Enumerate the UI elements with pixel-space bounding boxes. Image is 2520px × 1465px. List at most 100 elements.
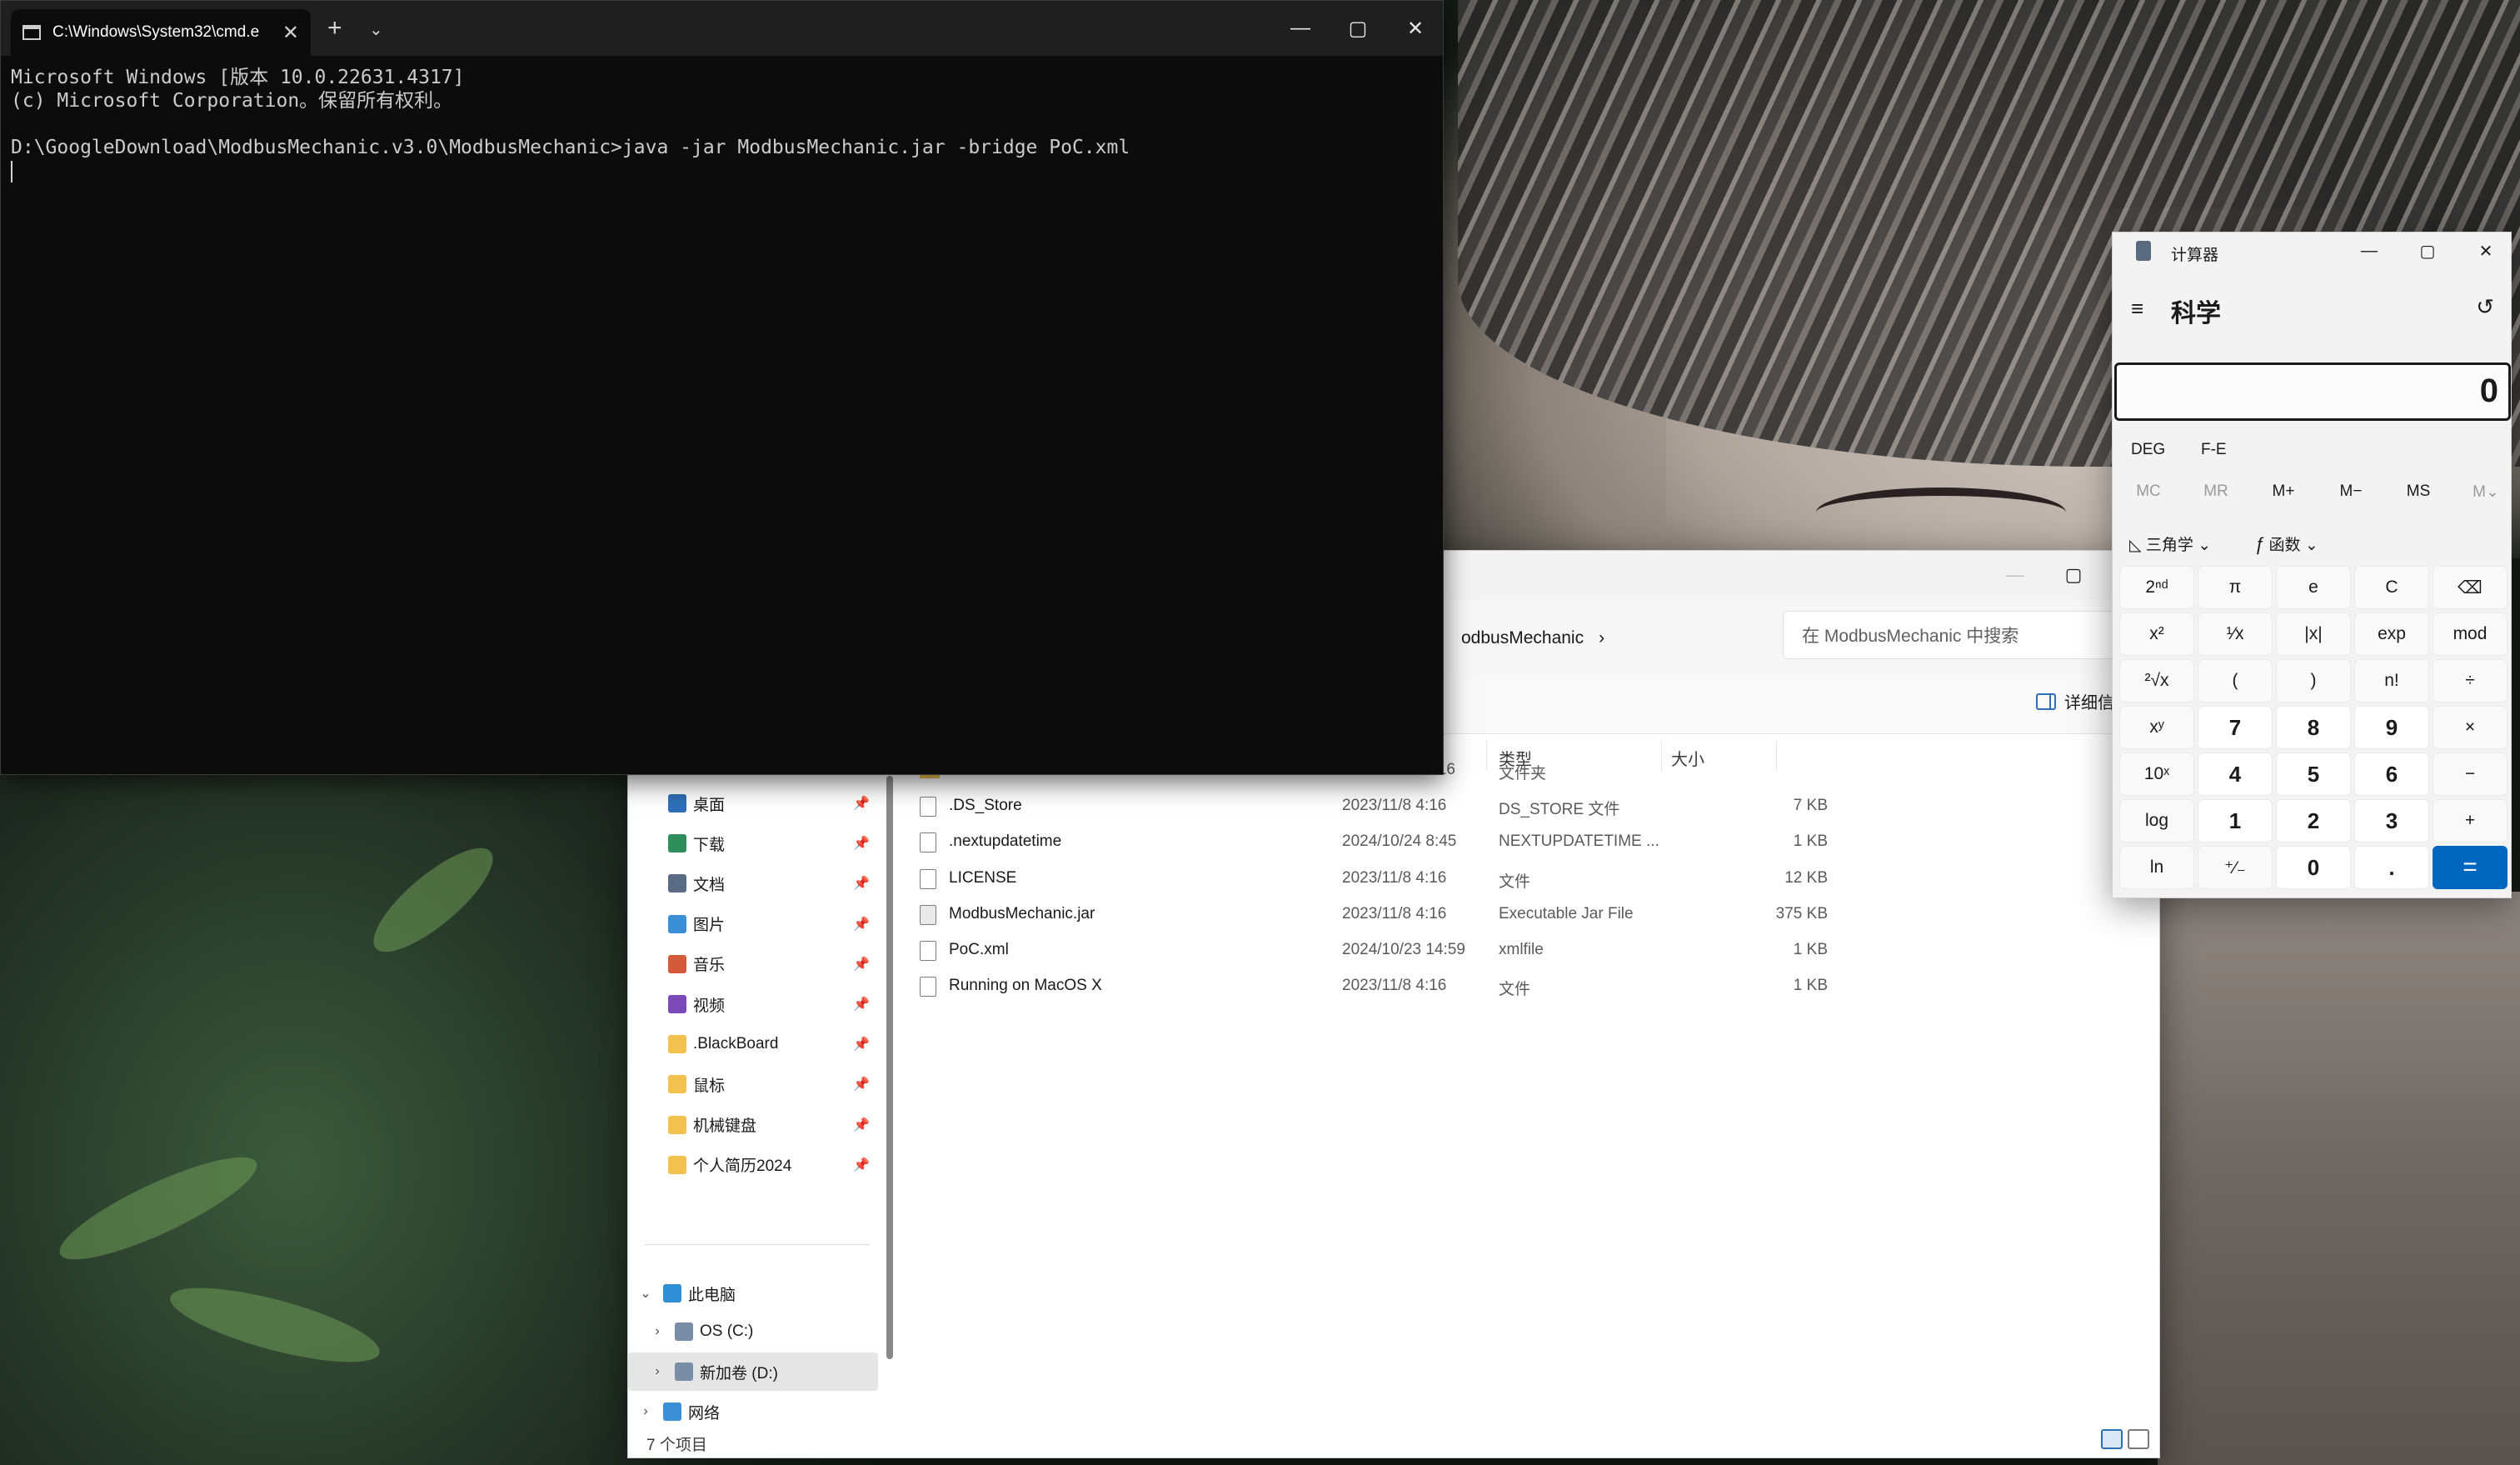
operator-button[interactable]: ln <box>2119 846 2194 889</box>
operator-button[interactable]: ÷ <box>2433 659 2508 702</box>
close-tab-icon[interactable]: ✕ <box>282 21 299 45</box>
sidebar-item-pinned[interactable]: 图片 📌 <box>628 905 878 943</box>
file-row[interactable]: PoC.xml 2024/10/23 14:59 xmlfile 1 KB <box>911 932 1828 968</box>
file-row[interactable]: ModbusMechanic.jar 2023/11/8 4:16 Executab… <box>911 897 1828 932</box>
cmd-console-output[interactable]: Microsoft Windows [版本 10.0.22631.4317] (c… <box>1 56 1443 192</box>
digit-button[interactable]: 6 <box>2354 752 2429 796</box>
sidebar-item-pinned[interactable]: 视频 📌 <box>628 985 878 1023</box>
memory-button[interactable]: M⌄ <box>2453 482 2518 502</box>
operator-button[interactable]: − <box>2433 752 2508 796</box>
maximize-button[interactable]: ▢ <box>2044 551 2103 599</box>
close-button[interactable]: ✕ <box>1386 1 1445 56</box>
calculator-window[interactable]: 计算器 — ▢ ✕ ≡ 科学 ↺ 0 DEG F-E MC MR M+ M− MS M⌄ … <box>2112 232 2512 898</box>
new-tab-button[interactable]: + <box>327 16 342 41</box>
breadcrumb-chevron-icon[interactable]: › <box>1599 628 1604 648</box>
sidebar-item-pinned[interactable]: 个人简历2024 📌 <box>628 1146 878 1184</box>
sidebar-item-pinned[interactable]: 鼠标 📌 <box>628 1065 878 1103</box>
search-input[interactable]: 在 ModbusMechanic 中搜索 <box>1783 611 2166 659</box>
breadcrumb-item[interactable]: odbusMechanic <box>1461 628 1584 648</box>
operator-button[interactable]: ²√x <box>2119 659 2194 702</box>
operator-button[interactable]: ( <box>2198 659 2273 702</box>
operator-button[interactable]: e <box>2276 566 2351 609</box>
sidebar-item-pinned[interactable]: 下载 📌 <box>628 824 878 862</box>
maximize-button[interactable]: ▢ <box>2403 232 2453 269</box>
digit-button[interactable]: 7 <box>2198 706 2273 749</box>
minimize-button[interactable]: — <box>2344 232 2394 269</box>
operator-button[interactable]: 10ˣ <box>2119 752 2194 796</box>
pin-icon[interactable]: 📌 <box>853 916 870 932</box>
operator-button[interactable]: C <box>2354 566 2429 609</box>
digit-button[interactable]: 0 <box>2276 846 2351 889</box>
pin-icon[interactable]: 📌 <box>853 1076 870 1092</box>
history-icon[interactable]: ↺ <box>2476 294 2494 320</box>
sidebar-item-pinned[interactable]: .BlackBoard 📌 <box>628 1025 878 1063</box>
digit-button[interactable]: 9 <box>2354 706 2429 749</box>
digit-button[interactable]: 4 <box>2198 752 2273 796</box>
sidebar-item-pinned[interactable]: 机械键盘 📌 <box>628 1106 878 1144</box>
operator-button[interactable]: x² <box>2119 612 2194 656</box>
operator-button[interactable]: log <box>2119 799 2194 842</box>
operator-button[interactable]: mod <box>2433 612 2508 656</box>
pin-icon[interactable]: 📌 <box>853 1157 870 1173</box>
operator-button[interactable]: exp <box>2354 612 2429 656</box>
file-row[interactable]: Running on MacOS X 2023/11/8 4:16 文件 1 KB <box>911 968 1828 1003</box>
sidebar-item-drive-c[interactable]: › OS (C:) <box>628 1312 878 1351</box>
digit-button[interactable]: 3 <box>2354 799 2429 842</box>
digit-button[interactable]: . <box>2354 846 2429 889</box>
sidebar-item-this-pc[interactable]: ⌄ 此电脑 <box>628 1274 878 1312</box>
digit-button[interactable]: 1 <box>2198 799 2273 842</box>
operator-button[interactable]: xʸ <box>2119 706 2194 749</box>
digit-button[interactable]: 5 <box>2276 752 2351 796</box>
pin-icon[interactable]: 📌 <box>853 956 870 972</box>
digit-button[interactable]: 2 <box>2276 799 2351 842</box>
file-row[interactable]: .nextupdatetime 2024/10/24 8:45 NEXTUPDATE… <box>911 824 1828 859</box>
memory-button[interactable]: MR <box>2183 482 2248 501</box>
operator-button[interactable]: |x| <box>2276 612 2351 656</box>
calculator-titlebar[interactable]: 计算器 — ▢ ✕ <box>2113 232 2511 269</box>
pin-icon[interactable]: 📌 <box>853 1036 870 1052</box>
operator-button[interactable]: π <box>2198 566 2273 609</box>
chevron-right-icon[interactable]: › <box>648 1324 666 1339</box>
cmd-titlebar[interactable]: C:\Windows\System32\cmd.e ✕ + ⌄ — ▢ ✕ <box>1 1 1443 56</box>
memory-button[interactable]: M+ <box>2251 482 2316 501</box>
cmd-tab[interactable]: C:\Windows\System32\cmd.e ✕ <box>11 9 311 56</box>
operator-button[interactable]: 2ⁿᵈ <box>2119 566 2194 609</box>
maximize-button[interactable]: ▢ <box>1329 1 1387 56</box>
operator-button[interactable]: ¹⁄x <box>2198 612 2273 656</box>
angle-unit-button[interactable]: DEG <box>2131 441 2165 459</box>
memory-button[interactable]: MC <box>2116 482 2181 501</box>
minimize-button[interactable]: — <box>1271 1 1330 56</box>
cmd-window[interactable]: C:\Windows\System32\cmd.e ✕ + ⌄ — ▢ ✕ Mi… <box>0 0 1444 775</box>
chevron-right-icon[interactable]: › <box>648 1364 666 1379</box>
memory-button[interactable]: M− <box>2318 482 2383 501</box>
pin-icon[interactable]: 📌 <box>853 835 870 852</box>
minimize-button[interactable]: — <box>1986 551 2044 599</box>
sidebar-item-pinned[interactable]: 音乐 📌 <box>628 945 878 983</box>
file-row[interactable]: .DS_Store 2023/11/8 4:16 DS_STORE 文件 7 KB <box>911 788 1828 823</box>
pin-icon[interactable]: 📌 <box>853 996 870 1012</box>
tab-dropdown-icon[interactable]: ⌄ <box>369 19 383 40</box>
chevron-down-icon[interactable]: ⌄ <box>636 1285 655 1302</box>
sidebar-item-drive-d[interactable]: › 新加卷 (D:) <box>628 1352 878 1391</box>
pin-icon[interactable]: 📌 <box>853 795 870 812</box>
function-dropdown[interactable]: ƒ 函数 ⌄ <box>2254 532 2318 555</box>
sidebar-item-pinned[interactable]: 文档 📌 <box>628 864 878 902</box>
close-button[interactable]: ✕ <box>2461 232 2511 269</box>
chevron-right-icon[interactable]: › <box>636 1404 655 1419</box>
sidebar-scrollbar[interactable] <box>886 776 893 1359</box>
details-pane-button[interactable]: 详细信 <box>2036 689 2114 713</box>
operator-button[interactable]: × <box>2433 706 2508 749</box>
digit-button[interactable]: 8 <box>2276 706 2351 749</box>
operator-button[interactable]: + <box>2433 799 2508 842</box>
trigonometry-dropdown[interactable]: ◺ 三角学 ⌄ <box>2129 532 2211 555</box>
tiles-view-icon[interactable] <box>2128 1429 2149 1449</box>
details-view-icon[interactable] <box>2101 1429 2123 1449</box>
operator-button[interactable]: n! <box>2354 659 2429 702</box>
fe-button[interactable]: F-E <box>2201 441 2227 459</box>
pin-icon[interactable]: 📌 <box>853 1117 870 1133</box>
sidebar-item-pinned[interactable]: 桌面 📌 <box>628 784 878 822</box>
operator-button[interactable]: ) <box>2276 659 2351 702</box>
pin-icon[interactable]: 📌 <box>853 875 870 892</box>
operator-button[interactable]: ⁺⁄₋ <box>2198 846 2273 889</box>
equals-button[interactable]: = <box>2433 846 2508 889</box>
